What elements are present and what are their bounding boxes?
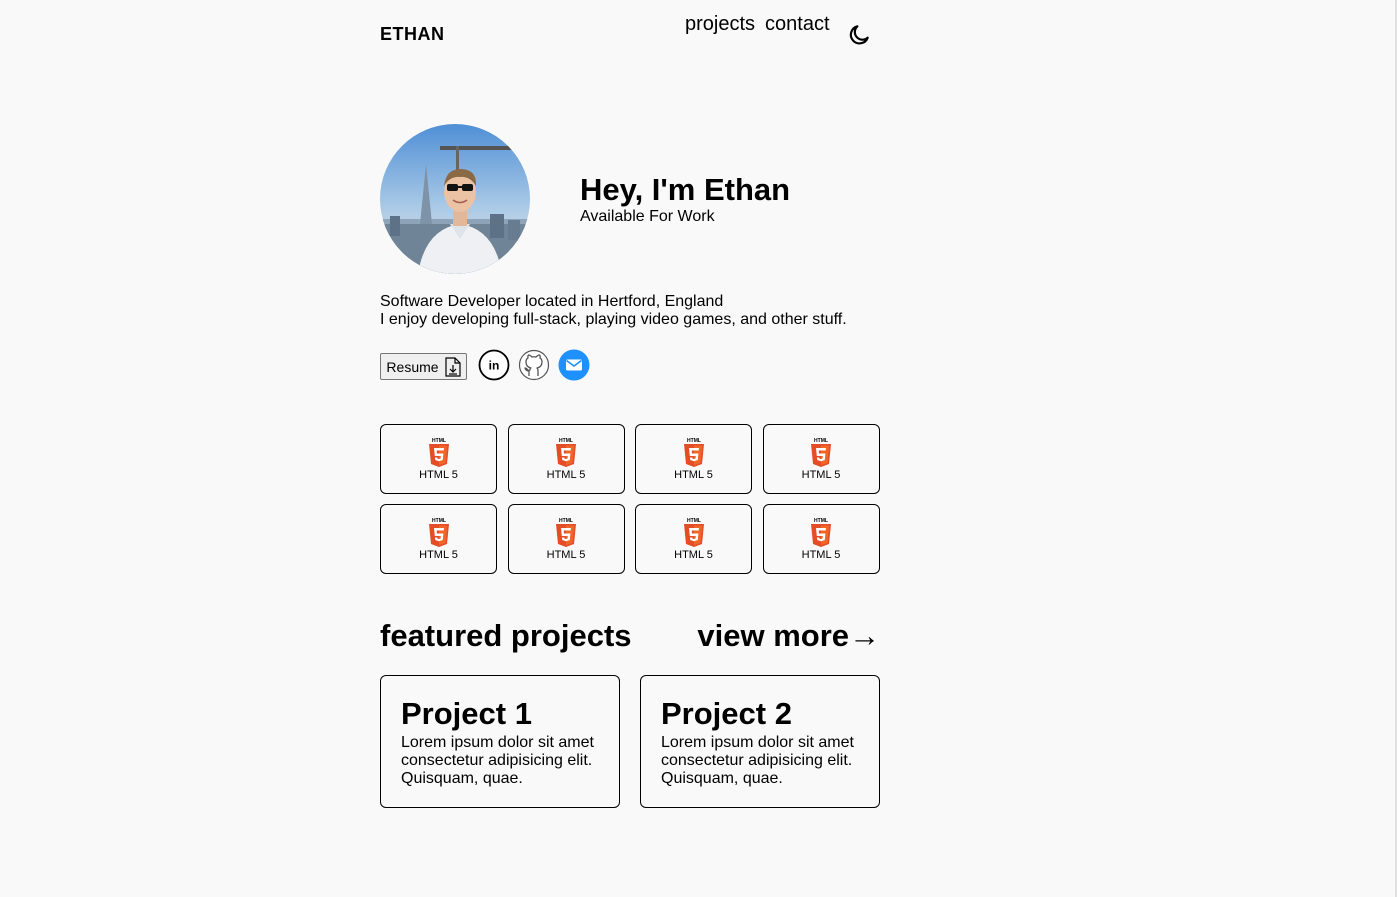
svg-text:HTML: HTML (432, 438, 446, 444)
html5-icon: HTML (428, 438, 449, 467)
project-title: Project 1 (401, 696, 532, 731)
skills-grid: HTML HTML 5 HTML HTML 5 HTML HTML 5 HTML HTML 5… (380, 424, 880, 574)
skill-tile: HTML HTML 5 (507, 424, 625, 494)
skill-tile: HTML HTML 5 (507, 504, 625, 574)
html5-icon: HTML (811, 438, 831, 467)
email-link[interactable] (558, 349, 590, 381)
svg-text:HTML: HTML (559, 438, 573, 444)
svg-text:in: in (489, 359, 500, 373)
linkedin-link[interactable]: in (478, 349, 510, 381)
skill-tile: HTML HTML 5 (380, 424, 497, 494)
project-card[interactable]: Project 2 Lorem ipsum dolor sit amet con… (640, 675, 880, 808)
file-download-icon (444, 356, 461, 377)
skill-tile: HTML HTML 5 (762, 504, 880, 574)
svg-text:HTML: HTML (687, 438, 701, 444)
project-card[interactable]: Project 1 Lorem ipsum dolor sit amet con… (380, 675, 620, 808)
linkedin-icon: in (478, 349, 510, 381)
svg-text:HTML: HTML (687, 518, 701, 524)
moon-icon (849, 25, 869, 45)
projects-list: Project 1 Lorem ipsum dolor sit amet con… (380, 675, 880, 808)
featured-projects-heading: featured projects (380, 618, 632, 653)
skill-tile: HTML HTML 5 (762, 424, 880, 494)
skill-label: HTML 5 (419, 549, 458, 561)
skill-label: HTML 5 (546, 549, 586, 561)
mail-icon (558, 349, 590, 381)
skill-tile: HTML HTML 5 (380, 504, 497, 574)
github-link[interactable] (518, 349, 550, 381)
bio-line-location: Software Developer located in Hertford, … (380, 293, 724, 310)
nav-link-contact[interactable]: contact (765, 13, 829, 36)
svg-text:HTML: HTML (814, 438, 828, 444)
svg-text:HTML: HTML (559, 518, 573, 524)
skill-label: HTML 5 (674, 469, 713, 481)
page: ETHAN projects contact Hey, I'm Ethan Av… (0, 0, 1397, 897)
project-description: Lorem ipsum dolor sit amet consectetur a… (401, 734, 594, 787)
github-icon (518, 349, 550, 381)
resume-label: Resume (386, 358, 439, 375)
project-description: Lorem ipsum dolor sit amet consectetur a… (661, 734, 854, 787)
html5-icon: HTML (556, 518, 576, 547)
html5-icon: HTML (556, 438, 576, 467)
profile-photo (380, 124, 530, 274)
project-title: Project 2 (661, 696, 792, 731)
skill-label: HTML 5 (419, 469, 458, 481)
theme-toggle-button[interactable] (846, 22, 872, 48)
html5-icon: HTML (683, 518, 704, 547)
availability-status: Available For Work (580, 208, 715, 225)
html5-icon: HTML (811, 518, 831, 547)
svg-text:HTML: HTML (432, 518, 446, 524)
skill-label: HTML 5 (801, 469, 841, 481)
resume-download-button[interactable]: Resume (380, 353, 467, 380)
html5-icon: HTML (683, 438, 704, 467)
view-more-link[interactable]: view more→ (697, 618, 880, 654)
svg-text:HTML: HTML (814, 518, 828, 524)
hero-title: Hey, I'm Ethan (580, 172, 791, 207)
bio-line-interests: I enjoy developing full-stack, playing v… (380, 311, 847, 328)
site-logo[interactable]: ETHAN (380, 24, 445, 45)
main-nav: projects contact (685, 13, 830, 36)
nav-link-projects[interactable]: projects (685, 13, 755, 36)
bio: Software Developer located in Hertford, … (380, 293, 880, 329)
skill-label: HTML 5 (801, 549, 841, 561)
skill-tile: HTML HTML 5 (635, 424, 752, 494)
skill-tile: HTML HTML 5 (635, 504, 752, 574)
skill-label: HTML 5 (546, 469, 586, 481)
skill-label: HTML 5 (674, 549, 713, 561)
html5-icon: HTML (428, 518, 449, 547)
